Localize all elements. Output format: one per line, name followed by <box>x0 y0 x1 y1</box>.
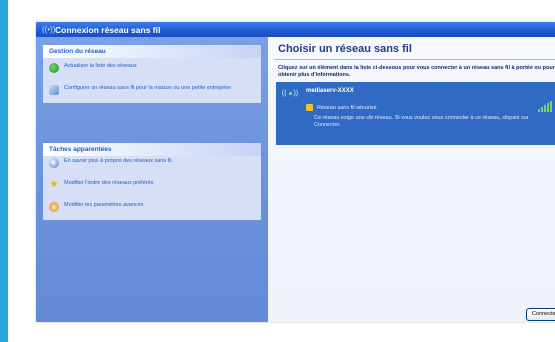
wireless-antenna-icon: (( )) <box>281 90 299 97</box>
connect-button[interactable]: Connecter <box>526 308 555 321</box>
advanced-settings-icon <box>49 202 59 212</box>
left-accent-bar <box>0 0 8 342</box>
preferred-order-link[interactable]: ★ Modifier l'ordre des réseaux préférés <box>43 171 261 193</box>
advanced-settings-link[interactable]: Modifier les paramètres avancés <box>43 193 261 220</box>
refresh-icon <box>49 63 59 73</box>
related-tasks-header[interactable]: Tâches apparentées <box>43 143 261 156</box>
refresh-networks-label: Actualiser la liste des réseaux <box>64 63 137 69</box>
page-title: Choisir un réseau sans fil <box>278 43 412 55</box>
title-divider <box>274 59 555 60</box>
signal-strength-icon <box>538 100 552 112</box>
configure-network-label: Configurer un réseau sans fil pour la ma… <box>64 85 232 91</box>
star-icon: ★ <box>49 179 59 190</box>
wireless-network-icon: ((•)) <box>42 25 56 34</box>
security-row: Réseau sans fil sécurisé <box>306 104 377 111</box>
network-ssid: mediaserv-XXXX <box>306 88 354 94</box>
task-sidebar: Gestion du réseau Actualiser la liste de… <box>36 37 268 322</box>
window-title: Connexion réseau sans fil <box>55 24 161 35</box>
configure-network-link[interactable]: Configurer un réseau sans fil pour la ma… <box>43 76 261 103</box>
network-list-item[interactable]: (( )) mediaserv-XXXX Réseau sans fil séc… <box>276 82 555 145</box>
advanced-settings-label: Modifier les paramètres avancés <box>64 202 144 208</box>
network-tasks-panel: Gestion du réseau Actualiser la liste de… <box>43 45 261 103</box>
help-icon <box>49 158 59 168</box>
learn-wireless-label: En savoir plus à propos des réseaux sans… <box>64 158 172 164</box>
network-list-pane: Choisir un réseau sans fil Cliquez sur u… <box>268 37 555 322</box>
security-status: Réseau sans fil sécurisé <box>317 104 377 111</box>
related-tasks-panel: Tâches apparentées En savoir plus à prop… <box>43 143 261 220</box>
window-titlebar[interactable]: ((•)) Connexion réseau sans fil <box>36 22 555 37</box>
configure-network-icon <box>49 85 59 95</box>
lock-icon <box>306 104 313 111</box>
network-description: Ce réseau exige une clé réseau. Si vous … <box>314 115 529 128</box>
instructions-text: Cliquez sur un élément dans la liste ci-… <box>278 65 555 78</box>
refresh-networks-link[interactable]: Actualiser la liste des réseaux <box>43 58 261 76</box>
learn-wireless-link[interactable]: En savoir plus à propos des réseaux sans… <box>43 156 261 171</box>
wireless-connection-window: ((•)) Connexion réseau sans fil Gestion … <box>36 22 555 322</box>
network-tasks-header[interactable]: Gestion du réseau <box>43 45 261 58</box>
preferred-order-label: Modifier l'ordre des réseaux préférés <box>64 180 154 186</box>
